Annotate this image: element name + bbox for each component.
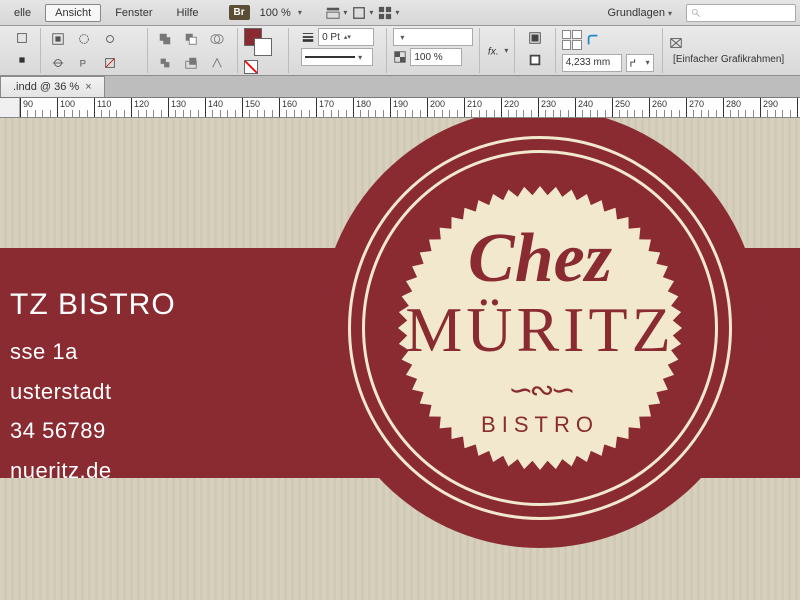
flourish-icon: ∽∾∽ — [508, 373, 571, 408]
menu-item-view[interactable]: Ansicht — [45, 4, 101, 22]
document-canvas[interactable]: TZ BISTRO sse 1a usterstadt 34 56789 nue… — [0, 118, 800, 600]
object-style-icon — [669, 36, 683, 50]
corner-style-icon[interactable] — [586, 33, 600, 47]
opacity-icon — [393, 50, 407, 64]
object-style-label[interactable]: [Einfacher Grafikrahmen] — [669, 54, 788, 65]
effects-icon[interactable]: fx. — [486, 41, 508, 61]
menu-item-help[interactable]: Hilfe — [167, 4, 209, 22]
workspace-switcher[interactable]: Grundlagen — [597, 5, 682, 21]
horizontal-ruler[interactable]: 9010011012013014015016017018019020021022… — [0, 98, 800, 118]
screen-mode-icon[interactable] — [352, 3, 374, 23]
stroke-weight-field[interactable]: 0 Pt▴▾ — [318, 28, 374, 46]
pathfinder-minus-icon[interactable] — [180, 53, 202, 73]
app-menubar: elle Ansicht Fenster Hilfe Br 100 % Grun… — [0, 0, 800, 26]
document-tabs: .indd @ 36 % × — [0, 76, 800, 98]
document-tab-label: .indd @ 36 % — [13, 81, 79, 93]
logo-badge[interactable]: Chez MÜRITZ ∽∾∽ BISTRO — [320, 118, 760, 548]
stroke-color-swatch[interactable] — [254, 38, 272, 56]
logo-text: Chez MÜRITZ ∽∾∽ BISTRO — [320, 118, 760, 548]
fit-content-icon[interactable] — [524, 28, 546, 48]
wrap-bound-icon[interactable] — [47, 29, 69, 49]
corner-reference-selector[interactable] — [562, 30, 582, 50]
convert-point-icon[interactable] — [206, 53, 228, 73]
search-input[interactable] — [686, 4, 796, 22]
stroke-style-dropdown[interactable] — [301, 48, 373, 66]
blend-mode-dropdown[interactable] — [393, 28, 473, 46]
wrap-jump-icon[interactable] — [99, 29, 121, 49]
zoom-level-dropdown[interactable]: 100 % — [254, 5, 308, 21]
opacity-field[interactable]: 100 % — [410, 48, 462, 66]
control-panel: P 0 Pt▴▾ 100 % fx. — [0, 26, 800, 76]
close-icon[interactable]: × — [85, 81, 91, 93]
stroke-weight-icon — [301, 30, 315, 44]
no-color-swatch[interactable] — [244, 60, 258, 74]
wrap-next-icon[interactable] — [47, 53, 69, 73]
text-wrap-none-icon[interactable] — [11, 28, 33, 48]
pathfinder-exclude-icon[interactable] — [154, 53, 176, 73]
arrange-documents-icon[interactable] — [378, 3, 400, 23]
ruler-origin[interactable] — [0, 98, 20, 117]
menu-item-table[interactable]: elle — [4, 4, 41, 22]
artboard[interactable]: TZ BISTRO sse 1a usterstadt 34 56789 nue… — [0, 118, 800, 600]
pathfinder-add-icon[interactable] — [154, 29, 176, 49]
document-tab[interactable]: .indd @ 36 % × — [0, 76, 105, 97]
bridge-icon[interactable]: Br — [229, 5, 250, 20]
fit-frame-icon[interactable] — [524, 50, 546, 70]
corner-shape-dropdown[interactable] — [626, 54, 654, 72]
corner-size-field[interactable]: 4,233 mm — [562, 54, 622, 72]
menu-item-window[interactable]: Fenster — [105, 4, 162, 22]
view-options-icon[interactable] — [326, 3, 348, 23]
pathfinder-subtract-icon[interactable] — [180, 29, 202, 49]
svg-text:fx.: fx. — [488, 46, 499, 57]
wrap-shape-icon[interactable] — [73, 29, 95, 49]
nowrap-icon[interactable] — [99, 53, 121, 73]
pathfinder-intersect-icon[interactable] — [206, 29, 228, 49]
text-wrap-object-icon[interactable] — [11, 50, 33, 70]
svg-text:P: P — [79, 58, 85, 69]
wrap-inline-icon[interactable]: P — [73, 53, 95, 73]
